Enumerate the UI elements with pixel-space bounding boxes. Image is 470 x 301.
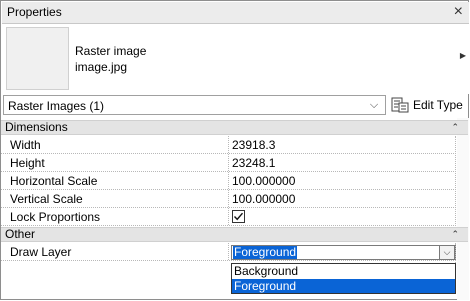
dropdown-option-foreground[interactable]: Foreground [232,279,455,293]
property-name: Lock Proportions [10,210,101,224]
property-row-draw-layer[interactable]: Draw Layer Foreground ⌵ [1,243,456,261]
property-name: Draw Layer [10,245,72,259]
property-row-width[interactable]: Width 23918.3 [1,136,456,154]
panel-title: Properties [7,5,62,19]
draw-layer-dropdown[interactable]: Foreground ⌵ [231,245,456,260]
type-selector-bar: Raster Images (1) ⌵ Edit Type [2,95,469,117]
property-row-lock-proportions[interactable]: Lock Proportions [1,208,456,226]
group-label-other: Other [5,227,36,241]
right-grid-line [455,243,456,263]
type-preview: Raster image image.jpg ▶ [2,24,469,94]
property-value[interactable]: 23248.1 [232,156,275,170]
property-name: Height [10,156,45,170]
collapse-icon[interactable]: ⌃ [451,122,459,133]
property-row-vertical-scale[interactable]: Vertical Scale 100.000000 [1,190,456,208]
edit-type-label: Edit Type [413,98,463,112]
group-label-dimensions: Dimensions [5,120,68,134]
type-family-name: Raster image [75,44,147,58]
checkmark-icon [233,212,244,221]
close-icon[interactable]: × [454,2,463,22]
property-value[interactable]: 100.000000 [232,174,295,188]
lock-proportions-checkbox[interactable] [232,210,245,223]
edit-type-icon [391,97,409,113]
property-name: Vertical Scale [10,192,83,206]
column-divider[interactable] [228,136,229,153]
column-divider[interactable] [228,190,229,207]
edit-type-button[interactable]: Edit Type [391,95,463,115]
column-divider[interactable] [228,208,229,225]
chevron-down-icon[interactable]: ⌵ [439,245,455,260]
property-value[interactable]: 100.000000 [232,192,295,206]
panel-title-bar: Properties × [2,2,469,24]
group-header-other[interactable]: Other ⌃ [1,227,468,242]
chevron-down-icon[interactable]: ⌵ [365,96,383,114]
right-grid-line [455,136,456,226]
vertical-scrollbar[interactable] [457,118,469,300]
type-file-name: image.jpg [75,60,128,74]
instance-filter-select[interactable]: Raster Images (1) ⌵ [3,95,386,115]
property-row-height[interactable]: Height 23248.1 [1,154,456,172]
group-header-dimensions[interactable]: Dimensions ⌃ [1,120,468,135]
property-row-horizontal-scale[interactable]: Horizontal Scale 100.000000 [1,172,456,190]
property-name: Width [10,138,41,152]
draw-layer-selected-value: Foreground [233,245,298,259]
draw-layer-options-list[interactable]: Background Foreground [231,263,456,294]
image-thumbnail [6,27,69,90]
dropdown-option-background[interactable]: Background [232,264,455,278]
column-divider[interactable] [228,172,229,189]
properties-panel: Properties × Raster image image.jpg ▶ Ra… [0,0,469,300]
column-divider[interactable] [228,243,229,260]
type-scroll-arrow-icon[interactable]: ▶ [460,51,466,60]
instance-filter-value: Raster Images (1) [8,99,105,113]
collapse-icon[interactable]: ⌃ [451,229,459,240]
column-divider[interactable] [228,154,229,171]
property-name: Horizontal Scale [10,174,98,188]
property-value[interactable]: 23918.3 [232,138,275,152]
